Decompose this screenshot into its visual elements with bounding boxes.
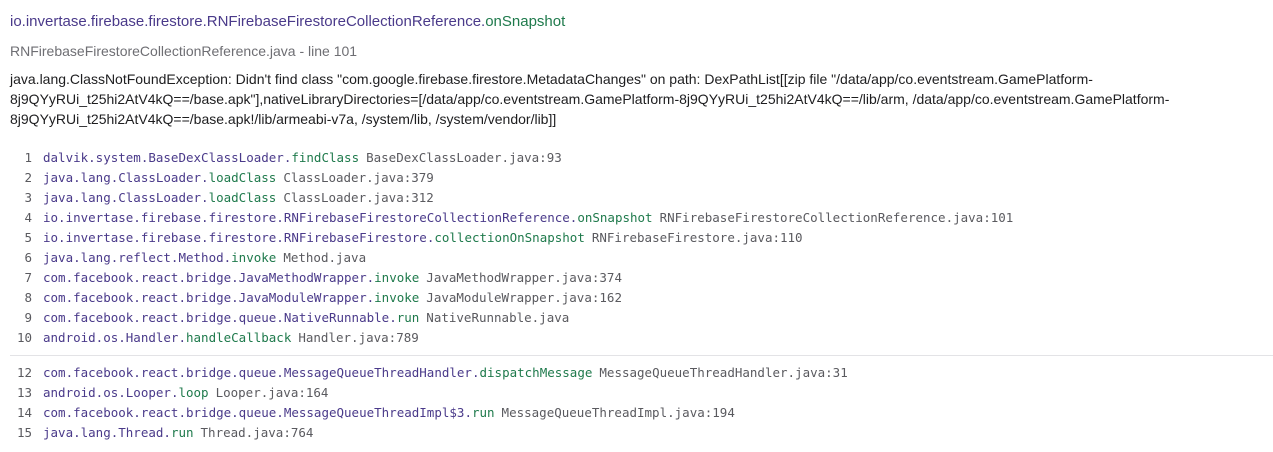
frame-method: findClass	[291, 150, 360, 165]
stack-frame[interactable]: 8 com.facebook.react.bridge.JavaModuleWr…	[0, 288, 1273, 308]
frame-class: java.lang.Thread	[43, 425, 164, 440]
title-class-name: io.invertase.firebase.firestore.RNFireba…	[10, 13, 482, 30]
frame-file: ClassLoader.java:379	[283, 170, 434, 185]
frame-class: java.lang.ClassLoader	[43, 170, 202, 185]
frame-file: Handler.java:789	[298, 330, 419, 345]
frame-method: run	[170, 425, 194, 440]
stack-frame[interactable]: 12 com.facebook.react.bridge.queue.Messa…	[0, 363, 1273, 383]
frame-separator: .	[464, 405, 472, 420]
frame-method: loadClass	[208, 190, 277, 205]
frame-number: 8	[24, 290, 32, 305]
exception-header: io.invertase.firebase.firestore.RNFireba…	[10, 12, 1260, 129]
frame-number: 14	[16, 405, 32, 420]
frame-separator: .	[178, 330, 186, 345]
frame-number: 13	[16, 385, 32, 400]
frame-file: Method.java	[283, 250, 367, 265]
frame-method: run	[471, 405, 495, 420]
frame-number: 2	[24, 170, 32, 185]
frame-method: invoke	[374, 290, 420, 305]
frame-separator: .	[223, 250, 232, 265]
frame-number: 6	[24, 250, 32, 265]
frame-number: 4	[24, 210, 32, 225]
frame-method: invoke	[374, 270, 420, 285]
title-method-name: onSnapshot	[485, 13, 566, 30]
frame-group-divider	[10, 355, 1273, 356]
frame-number: 9	[24, 310, 32, 325]
stack-frame[interactable]: 6 java.lang.reflect.Method. invoke Method…	[0, 248, 1273, 268]
frame-method: invoke	[231, 250, 277, 265]
stack-frame[interactable]: 3 java.lang.ClassLoader. loadClass ClassL…	[0, 188, 1273, 208]
stack-trace-secondary: 12 com.facebook.react.bridge.queue.Messa…	[0, 363, 1273, 443]
frame-separator: .	[163, 425, 171, 440]
frame-separator: .	[569, 210, 578, 225]
stack-frame[interactable]: 10 android.os.Handler. handleCallback Han…	[0, 328, 1273, 348]
frame-method: onSnapshot	[577, 210, 653, 225]
exception-message: java.lang.ClassNotFoundException: Didn't…	[10, 71, 1170, 127]
stack-frame[interactable]: 4 io.invertase.firebase.firestore.RNFire…	[0, 208, 1273, 228]
frame-number: 3	[24, 190, 32, 205]
source-file-line: RNFirebaseFirestoreCollectionReference.j…	[10, 43, 358, 59]
frame-file: Thread.java:764	[200, 425, 314, 440]
frame-separator: .	[201, 170, 209, 185]
stack-frame[interactable]: 14 com.facebook.react.bridge.queue.Messa…	[0, 403, 1273, 423]
frame-class: com.facebook.react.bridge.JavaMethodWrap…	[43, 270, 367, 285]
frame-file: RNFirebaseFirestore.java:110	[591, 230, 803, 245]
frame-class: io.invertase.firebase.firestore.RNFireba…	[43, 230, 427, 245]
frame-class: android.os.Looper	[43, 385, 171, 400]
frame-class: dalvik.system.BaseDexClassLoader	[43, 150, 284, 165]
frame-number: 1	[24, 150, 32, 165]
frame-file: ClassLoader.java:312	[283, 190, 434, 205]
crash-location-title[interactable]: io.invertase.firebase.firestore.RNFireba…	[10, 12, 1260, 32]
frame-class: java.lang.reflect.Method	[43, 250, 224, 265]
stack-frame[interactable]: 7 com.facebook.react.bridge.JavaMethodWr…	[0, 268, 1273, 288]
frame-file: Looper.java:164	[215, 385, 329, 400]
stack-frame[interactable]: 5 io.invertase.firebase.firestore.RNFire…	[0, 228, 1273, 248]
frame-method: loop	[178, 385, 209, 400]
frame-file: MessageQueueThreadHandler.java:31	[599, 365, 848, 380]
stack-frame[interactable]: 1 dalvik.system.BaseDexClassLoader. findC…	[0, 148, 1273, 168]
frame-class: com.facebook.react.bridge.JavaModuleWrap…	[43, 290, 367, 305]
stack-frame[interactable]: 2 java.lang.ClassLoader. loadClass ClassL…	[0, 168, 1273, 188]
stack-frame[interactable]: 15 java.lang.Thread. run Thread.java:764	[0, 423, 1273, 443]
stack-frame[interactable]: 13 android.os.Looper. loop Looper.java:16…	[0, 383, 1273, 403]
frame-file: JavaMethodWrapper.java:374	[426, 270, 622, 285]
frame-separator: .	[366, 290, 375, 305]
stack-trace-primary: 1 dalvik.system.BaseDexClassLoader. findC…	[0, 148, 1273, 348]
frame-file: RNFirebaseFirestoreCollectionReference.j…	[659, 210, 1014, 225]
frame-method: handleCallback	[186, 330, 292, 345]
frame-separator: .	[170, 385, 179, 400]
frame-method: loadClass	[208, 170, 277, 185]
frame-separator: .	[471, 365, 480, 380]
frame-separator: .	[283, 150, 292, 165]
frame-file: JavaModuleWrapper.java:162	[426, 290, 622, 305]
frame-class: com.facebook.react.bridge.queue.MessageQ…	[43, 365, 472, 380]
frame-separator: .	[426, 230, 435, 245]
frame-number: 7	[24, 270, 32, 285]
frame-separator: .	[366, 270, 375, 285]
frame-number: 5	[24, 230, 32, 245]
frame-separator: .	[389, 310, 397, 325]
frame-class: android.os.Handler	[43, 330, 179, 345]
frame-file: BaseDexClassLoader.java:93	[366, 150, 562, 165]
frame-class: com.facebook.react.bridge.queue.NativeRu…	[43, 310, 390, 325]
frame-method: dispatchMessage	[479, 365, 593, 380]
frame-class: com.facebook.react.bridge.queue.MessageQ…	[43, 405, 465, 420]
frame-number: 10	[16, 330, 32, 345]
frame-number: 15	[16, 425, 32, 440]
frame-separator: .	[201, 190, 209, 205]
frame-class: io.invertase.firebase.firestore.RNFireba…	[43, 210, 570, 225]
frame-file: MessageQueueThreadImpl.java:194	[501, 405, 735, 420]
frame-method: run	[396, 310, 420, 325]
stack-frame[interactable]: 9 com.facebook.react.bridge.queue.Native…	[0, 308, 1273, 328]
frame-class: java.lang.ClassLoader	[43, 190, 202, 205]
frame-method: collectionOnSnapshot	[434, 230, 585, 245]
frame-file: NativeRunnable.java	[426, 310, 570, 325]
frame-number: 12	[16, 365, 32, 380]
